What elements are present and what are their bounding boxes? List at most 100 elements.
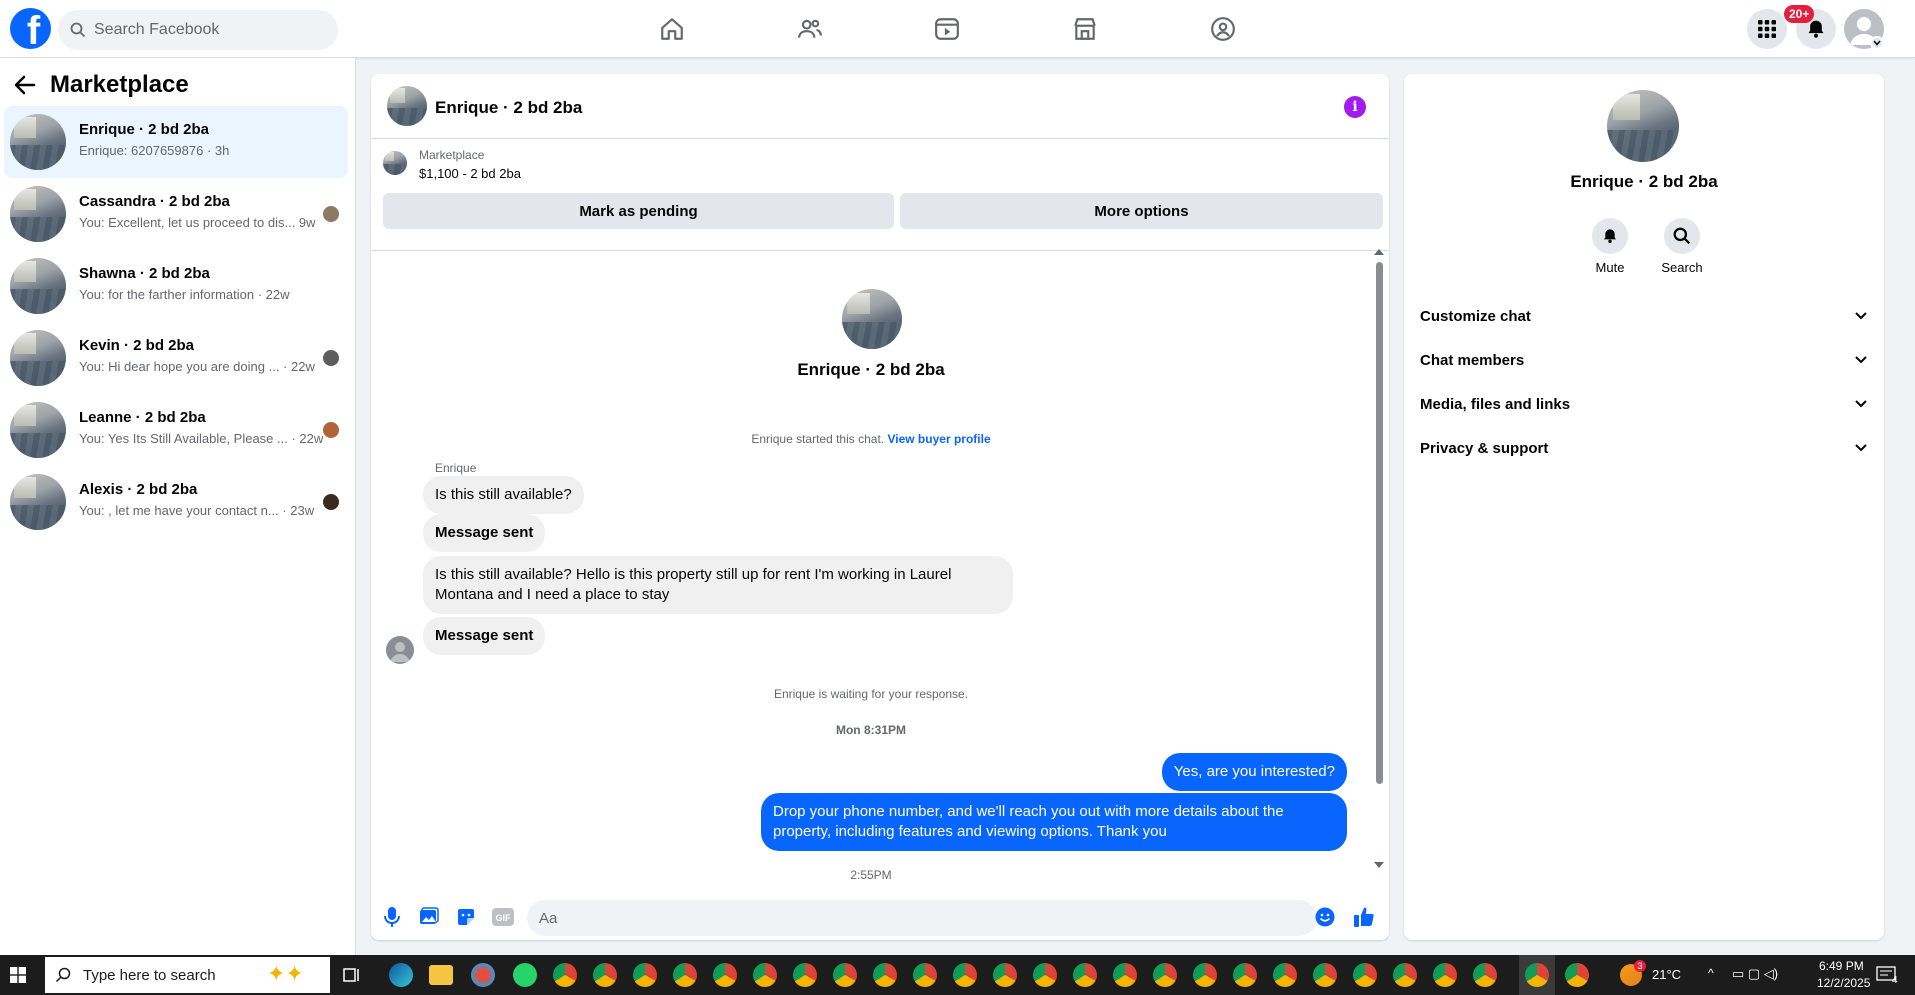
section-label: Media, files and links (1420, 395, 1571, 413)
chrome-icon[interactable] (1393, 963, 1417, 987)
microphone-icon[interactable] (381, 906, 403, 928)
chrome-icon[interactable] (793, 963, 817, 987)
video-icon[interactable] (930, 12, 964, 46)
chrome-icon[interactable] (1073, 963, 1097, 987)
view-buyer-profile-link[interactable]: View buyer profile (887, 432, 990, 446)
chat-scrollbar[interactable] (1371, 244, 1387, 884)
listing-thumbnail (10, 474, 66, 530)
conversation-item-leanne[interactable]: Leanne · 2 bd 2ba You: Yes Its Still Ava… (4, 394, 348, 466)
privacy-support-row[interactable]: Privacy & support (1420, 428, 1868, 468)
chrome-icon[interactable] (1353, 963, 1377, 987)
chrome-icon[interactable] (1525, 963, 1549, 987)
taskbar-search[interactable]: Type here to search ✦✦ (45, 957, 330, 993)
chrome-icon[interactable] (1033, 963, 1057, 987)
chevron-up-icon[interactable]: ^ (1708, 966, 1714, 980)
marketplace-title: Marketplace (50, 71, 189, 98)
facebook-logo[interactable]: f (10, 8, 51, 49)
chrome-icon[interactable] (1565, 963, 1589, 987)
search-facebook-input[interactable] (94, 21, 314, 39)
task-view-icon[interactable] (343, 966, 361, 989)
chrome-icon[interactable] (1153, 963, 1177, 987)
gif-icon[interactable]: GIF (492, 906, 514, 928)
menu-grid-icon[interactable] (1747, 9, 1787, 49)
scrollbar-thumb[interactable] (1376, 262, 1383, 784)
contact-avatar[interactable] (842, 289, 902, 349)
search-facebook-box[interactable] (58, 10, 338, 50)
chat-title[interactable]: Enrique · 2 bd 2ba (435, 98, 582, 118)
chrome-icon[interactable] (1193, 963, 1217, 987)
app-icon[interactable] (471, 963, 495, 987)
search-in-chat-button[interactable]: Search (1652, 218, 1712, 275)
conversation-item-shawna[interactable]: Shawna · 2 bd 2ba You: for the farther i… (4, 250, 348, 322)
seen-avatar (323, 422, 339, 438)
conversation-item-cassandra[interactable]: Cassandra · 2 bd 2ba You: Excellent, let… (4, 178, 348, 250)
chrome-icon[interactable] (1233, 963, 1257, 987)
incoming-message[interactable]: Message sent (423, 617, 546, 655)
chrome-icon[interactable] (873, 963, 897, 987)
listing-price[interactable]: $1,100 - 2 bd 2ba (419, 166, 521, 181)
section-label: Chat members (1420, 351, 1525, 369)
clock-date[interactable]: 12/2/2025 (1817, 976, 1870, 990)
groups-icon[interactable] (1206, 12, 1240, 46)
conversation-item-alexis[interactable]: Alexis · 2 bd 2ba You: , let me have you… (4, 466, 348, 538)
system-tray-icons[interactable]: ▭ ▢ ◁) (1732, 966, 1778, 982)
chrome-icon[interactable] (753, 963, 777, 987)
sender-avatar[interactable] (386, 636, 414, 664)
chrome-icon[interactable] (833, 963, 857, 987)
back-arrow-icon[interactable] (14, 74, 36, 96)
chrome-icon[interactable] (1313, 963, 1337, 987)
outgoing-message[interactable]: Drop your phone number, and we'll reach … (761, 793, 1347, 851)
thumbs-up-icon[interactable] (1353, 906, 1375, 928)
conversation-item-kevin[interactable]: Kevin · 2 bd 2ba You: Hi dear hope you a… (4, 322, 348, 394)
scroll-down-arrow[interactable] (1374, 862, 1384, 868)
chat-avatar[interactable] (387, 86, 427, 126)
chrome-icon[interactable] (1473, 963, 1497, 987)
friends-icon[interactable] (793, 12, 827, 46)
mark-as-pending-button[interactable]: Mark as pending (383, 193, 894, 229)
home-icon[interactable] (655, 12, 689, 46)
incoming-message[interactable]: Message sent (423, 514, 546, 552)
conversation-name: Leanne · 2 bd 2ba (79, 409, 206, 426)
contact-avatar-large[interactable] (1607, 90, 1679, 162)
chrome-icon[interactable] (993, 963, 1017, 987)
file-explorer-icon[interactable] (429, 965, 453, 985)
weather-temperature[interactable]: 21°C (1652, 967, 1681, 982)
chrome-icon[interactable] (673, 963, 697, 987)
scroll-up-arrow[interactable] (1374, 249, 1384, 255)
chrome-icon[interactable] (713, 963, 737, 987)
windows-start-icon[interactable] (10, 967, 26, 988)
mute-button[interactable]: Mute (1580, 218, 1640, 275)
more-options-button[interactable]: More options (900, 193, 1383, 229)
chat-details-panel: Enrique · 2 bd 2ba Mute Search Customize… (1404, 74, 1884, 940)
whatsapp-icon[interactable] (513, 963, 537, 987)
media-files-links-row[interactable]: Media, files and links (1420, 384, 1868, 424)
listing-thumbnail[interactable] (383, 151, 407, 175)
chrome-icon[interactable] (593, 963, 617, 987)
emoji-icon[interactable] (1314, 906, 1336, 928)
chrome-icon[interactable] (633, 963, 657, 987)
outgoing-message[interactable]: Yes, are you interested? (1161, 753, 1347, 791)
chrome-icon[interactable] (1113, 963, 1137, 987)
chat-members-row[interactable]: Chat members (1420, 340, 1868, 380)
chrome-icon[interactable] (953, 963, 977, 987)
chrome-icon[interactable] (1273, 963, 1297, 987)
message-input[interactable] (527, 900, 1317, 936)
chrome-icon[interactable] (553, 963, 577, 987)
sticker-icon[interactable] (455, 906, 477, 928)
chat-header: Enrique · 2 bd 2ba i (371, 74, 1389, 139)
chrome-icon[interactable] (913, 963, 937, 987)
customize-chat-row[interactable]: Customize chat (1420, 296, 1868, 336)
clock-time[interactable]: 6:49 PM (1819, 959, 1864, 973)
listing-thumbnail (10, 258, 66, 314)
incoming-message[interactable]: Is this still available? (423, 476, 584, 514)
photo-icon[interactable] (418, 906, 440, 928)
account-chevron-down-icon[interactable] (1870, 36, 1884, 50)
conversation-item-enrique[interactable]: Enrique · 2 bd 2ba Enrique: 6207659876 ·… (4, 106, 348, 178)
marketplace-icon[interactable] (1068, 12, 1102, 46)
seen-avatar (323, 350, 339, 366)
taskbar-search-placeholder: Type here to search (83, 966, 216, 984)
edge-icon[interactable] (389, 963, 413, 987)
info-icon[interactable]: i (1344, 96, 1366, 118)
incoming-message[interactable]: Is this still available? Hello is this p… (423, 556, 1013, 614)
chrome-icon[interactable] (1433, 963, 1457, 987)
